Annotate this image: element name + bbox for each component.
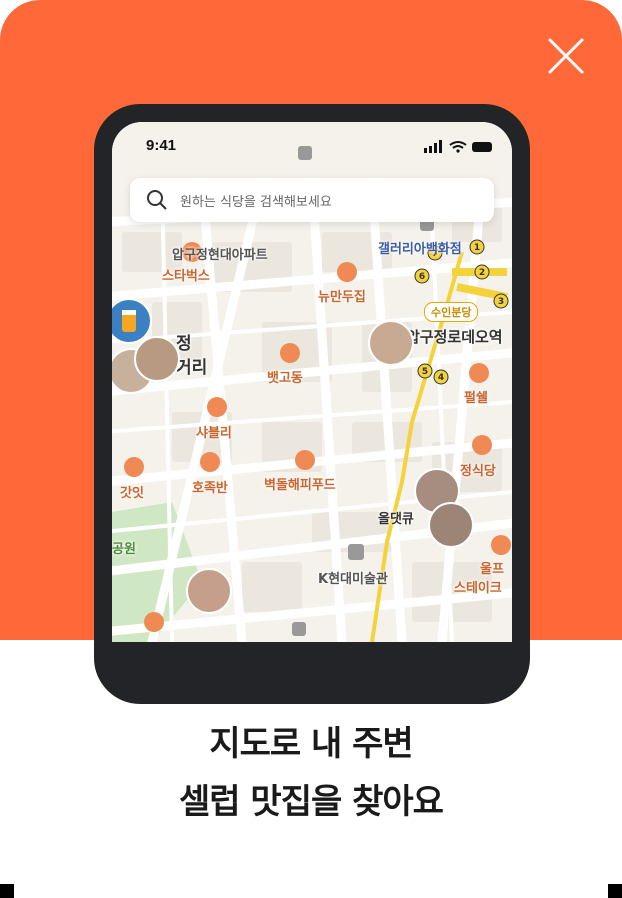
corner-mark (608, 884, 622, 898)
landmark-label: 갤러리아백화점 (378, 242, 462, 257)
celeb-avatar[interactable] (134, 336, 180, 382)
map-screen[interactable]: 1 3 6 7 2 5 4 9:41 원하는 식당을 검색해보세요 스타벅스 뉴… (112, 122, 512, 642)
search-icon (147, 190, 167, 210)
place-label[interactable]: 스테이크 (454, 577, 502, 596)
close-icon[interactable] (546, 36, 586, 76)
line-badge-6: 6 (419, 272, 425, 282)
line-badge-2: 2 (479, 268, 485, 278)
celeb-pin-icon[interactable] (112, 298, 152, 344)
status-time: 9:41 (146, 137, 177, 154)
place-label[interactable]: 뱃고동 (267, 367, 303, 386)
headline-line1: 지도로 내 주변 (209, 724, 413, 764)
place-label[interactable]: 뉴만두집 (318, 286, 366, 305)
celeb-avatar[interactable] (428, 502, 474, 548)
landmark-label: K현대미술관 (318, 572, 388, 587)
celeb-avatar[interactable] (368, 320, 414, 366)
place-label[interactable]: 울프 (480, 558, 504, 577)
station-name[interactable]: 압구정로데오역 (406, 326, 503, 347)
station-badge: 수인분당 (424, 302, 479, 322)
search-bar[interactable]: 원하는 식당을 검색해보세요 (130, 178, 494, 222)
status-bar: 9:41 (112, 122, 512, 172)
line-badge-3: 3 (498, 297, 504, 307)
place-label[interactable]: 샤블리 (196, 422, 232, 441)
place-label[interactable]: 펄쉘 (464, 387, 488, 406)
celeb-avatar[interactable] (186, 568, 232, 614)
line-badge-1: 1 (474, 243, 480, 253)
line-badge-4: 4 (438, 373, 444, 383)
corner-mark (0, 884, 14, 898)
place-label[interactable]: 스타벅스 (162, 265, 210, 284)
headline-line2: 셀럽 맛집을 찾아요 (179, 782, 444, 822)
line-badge-5: 5 (422, 367, 428, 377)
place-label[interactable]: 갓잇 (120, 482, 144, 501)
promo-card: 1 3 6 7 2 5 4 9:41 원하는 식당을 검색해보세요 스타벅스 뉴… (0, 0, 622, 898)
drink-icon (122, 310, 136, 332)
signal-wifi-battery-icon (424, 140, 492, 153)
crossroad-label: 정 거리 (176, 334, 208, 378)
landmark-label: 공원 (112, 542, 136, 557)
place-label[interactable]: 벽돌해피푸드 (264, 474, 336, 493)
place-label[interactable]: 호족반 (192, 477, 228, 496)
place-label[interactable]: 올댓큐 (378, 508, 414, 527)
search-input[interactable]: 원하는 식당을 검색해보세요 (180, 191, 332, 210)
landmark-label: 압구정현대아파트 (172, 248, 268, 263)
place-label[interactable]: 정식당 (460, 460, 496, 479)
